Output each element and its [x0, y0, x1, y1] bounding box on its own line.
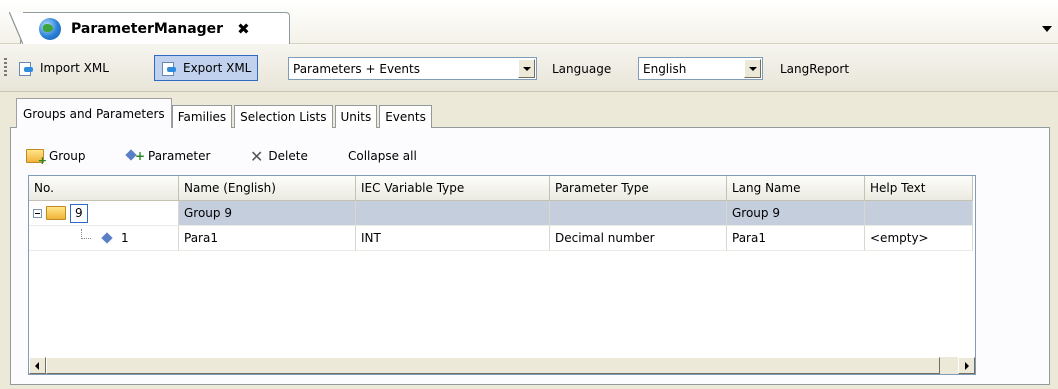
- parameter-grid[interactable]: No. Name (English) IEC Variable Type Par…: [28, 175, 976, 375]
- column-header-iec-type[interactable]: IEC Variable Type: [356, 176, 550, 201]
- cell-name: Group 9: [179, 201, 356, 226]
- add-group-button[interactable]: Group: [26, 146, 86, 167]
- collapse-all-button[interactable]: Collapse all: [348, 146, 417, 166]
- cell-iec-type: [356, 201, 550, 226]
- folder-icon: [46, 206, 66, 220]
- delete-x-icon: ✕: [250, 146, 264, 166]
- language-select[interactable]: English: [638, 57, 763, 80]
- table-row[interactable]: 1 Para1 INT Decimal number Para1 <empty>: [29, 226, 973, 251]
- close-icon[interactable]: ✖: [237, 20, 250, 38]
- cell-iec-type: INT: [356, 226, 550, 251]
- tab-bar: Groups and Parameters Families Selection…: [16, 96, 434, 128]
- tab-events[interactable]: Events: [379, 105, 432, 128]
- cell-lang-name: Group 9: [727, 201, 865, 226]
- tree-connector: [81, 229, 91, 239]
- import-xml-button[interactable]: Import XML: [12, 55, 115, 81]
- grid-header: No. Name (English) IEC Variable Type Par…: [29, 176, 973, 201]
- parameter-icon: [101, 232, 113, 244]
- main-toolbar: Import XML Export XML Parameters + Event…: [0, 44, 1058, 92]
- column-header-name[interactable]: Name (English): [179, 176, 356, 201]
- column-header-help-text[interactable]: Help Text: [865, 176, 973, 201]
- cell-help-text: [865, 201, 973, 226]
- add-group-label: Group: [49, 149, 86, 163]
- document-tab-strip: ParameterManager ✖: [0, 0, 1058, 45]
- import-xml-label: Import XML: [40, 61, 109, 75]
- tab-list-dropdown-icon[interactable]: [1042, 26, 1052, 32]
- export-xml-label: Export XML: [183, 61, 252, 75]
- cell-parameter-type: Decimal number: [550, 226, 727, 251]
- cell-help-text: <empty>: [865, 226, 973, 251]
- table-row[interactable]: 9 Group 9 Group 9: [29, 201, 973, 226]
- scrollbar-thumb[interactable]: [46, 357, 940, 374]
- cell-no: 1: [29, 226, 179, 251]
- filter-select[interactable]: Parameters + Events: [288, 57, 537, 80]
- column-header-parameter-type[interactable]: Parameter Type: [550, 176, 727, 201]
- collapse-toggle-icon[interactable]: [33, 208, 42, 218]
- language-label: Language: [552, 62, 612, 76]
- add-parameter-button[interactable]: Parameter: [126, 146, 210, 166]
- globe-icon: [39, 18, 61, 40]
- group-number[interactable]: 9: [70, 203, 88, 223]
- document-tab-title: ParameterManager: [71, 21, 224, 37]
- toolbar-grip[interactable]: [4, 58, 7, 78]
- chevron-down-icon[interactable]: [744, 59, 761, 78]
- xml-export-icon: [161, 61, 177, 76]
- folder-add-icon: [26, 149, 47, 167]
- scroll-right-icon[interactable]: [958, 357, 975, 374]
- horizontal-scrollbar[interactable]: [29, 357, 975, 374]
- language-select-value: English: [643, 61, 687, 76]
- tab-units[interactable]: Units: [334, 105, 378, 128]
- chevron-down-icon[interactable]: [518, 59, 535, 78]
- add-parameter-label: Parameter: [148, 149, 211, 163]
- langreport-button[interactable]: LangReport: [780, 62, 849, 76]
- column-header-lang-name[interactable]: Lang Name: [727, 176, 865, 201]
- cell-parameter-type: [550, 201, 727, 226]
- document-tab-parametermanager[interactable]: ParameterManager ✖: [9, 12, 290, 45]
- tab-groups-and-parameters[interactable]: Groups and Parameters: [16, 98, 172, 128]
- scrollbar-track[interactable]: [940, 357, 958, 374]
- collapse-all-label: Collapse all: [348, 149, 417, 163]
- delete-label: Delete: [268, 149, 308, 163]
- column-header-no[interactable]: No.: [29, 176, 179, 201]
- cell-name: Para1: [179, 226, 356, 251]
- tab-selection-lists[interactable]: Selection Lists: [234, 105, 333, 128]
- export-xml-button[interactable]: Export XML: [154, 55, 259, 81]
- parameter-add-icon: [126, 149, 145, 163]
- xml-import-icon: [18, 61, 34, 76]
- tab-families[interactable]: Families: [171, 105, 233, 128]
- scroll-left-icon[interactable]: [29, 357, 46, 374]
- cell-no: 9: [29, 201, 179, 226]
- parameter-number: 1: [121, 231, 129, 245]
- delete-button[interactable]: ✕ Delete: [250, 146, 308, 166]
- filter-select-value: Parameters + Events: [293, 61, 420, 76]
- cell-lang-name: Para1: [727, 226, 865, 251]
